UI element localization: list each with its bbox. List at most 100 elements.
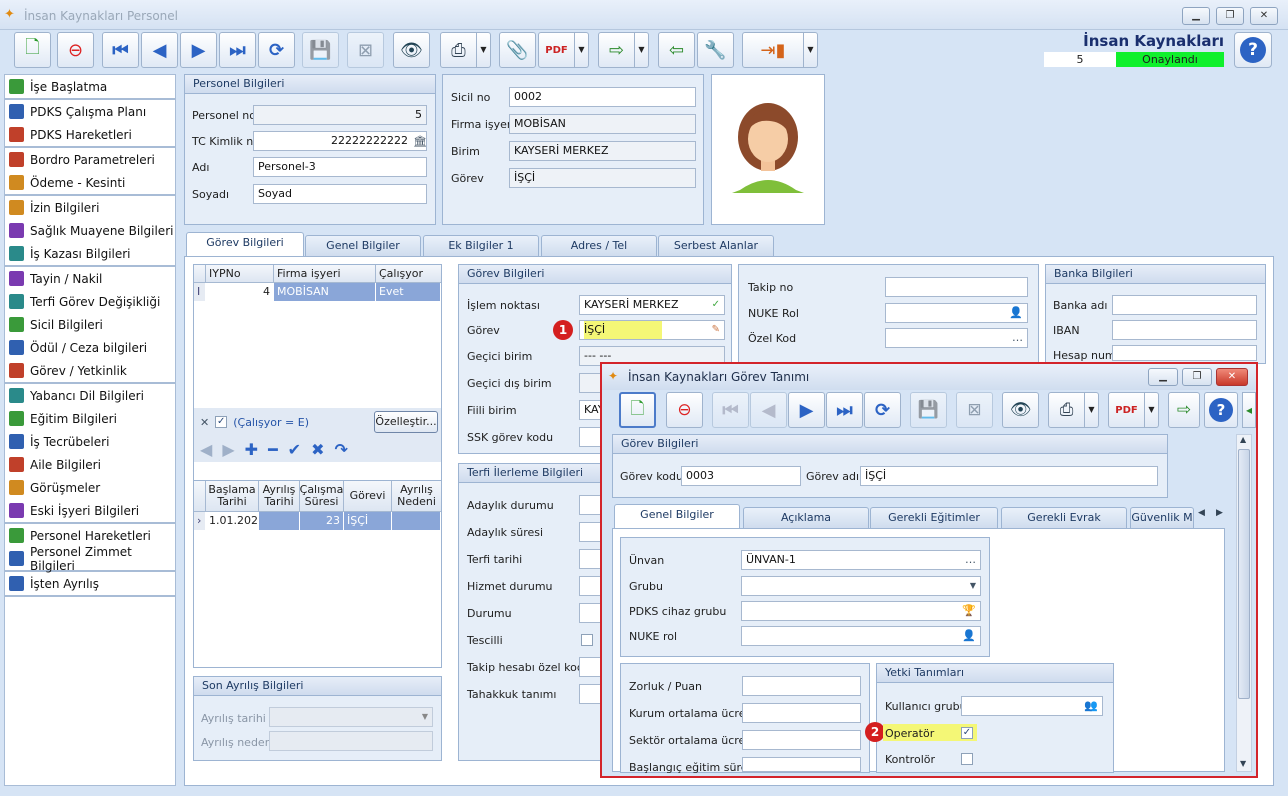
table-cell[interactable]: 23 (300, 512, 344, 530)
hesap-field[interactable] (1112, 345, 1257, 361)
kullanici-field[interactable]: 👥 (961, 696, 1103, 716)
table-row[interactable]: I 4 MOBİSAN Evet (194, 283, 441, 301)
dialog-last-button[interactable]: ⏭ (826, 392, 863, 428)
tab-1[interactable]: Görev Bilgileri (186, 232, 304, 256)
next-record-button[interactable]: ▶ (180, 32, 217, 68)
prev-record-button[interactable]: ◀ (141, 32, 178, 68)
cancel-icon[interactable]: ✖ (311, 440, 324, 459)
add-row-icon[interactable]: ✚ (245, 440, 258, 459)
dialog-refresh-button[interactable]: ⟳ (864, 392, 901, 428)
nav-item[interactable]: Eğitim Bilgileri (5, 407, 175, 430)
adi-field[interactable]: Personel-3 (253, 157, 427, 177)
column-header[interactable]: Başlama Tarihi (206, 481, 259, 511)
dialog-tab-4[interactable]: Gerekli Evrak (1001, 507, 1127, 529)
tab-3[interactable]: Ek Bilgiler 1 (423, 235, 539, 257)
nav-item[interactable]: PDKS Hareketleri (5, 123, 175, 146)
nav-prev-icon[interactable]: ◀ (200, 440, 212, 459)
pdf-dropdown[interactable]: ▼ (575, 32, 589, 68)
gorev-kodu-field[interactable]: 0003 (681, 466, 801, 486)
nav-item[interactable]: Personel Zimmet Bilgileri (5, 545, 175, 573)
nav-item[interactable]: Tayin / Nakil (5, 267, 175, 290)
save-button[interactable]: 💾 (302, 32, 339, 68)
dialog-delete-button[interactable]: ⊖ (666, 392, 703, 428)
personel-no-field[interactable]: 5 (253, 105, 427, 125)
table-cell[interactable]: İŞÇİ (344, 512, 392, 530)
nav-item[interactable]: Eski İşyeri Bilgileri (5, 499, 175, 522)
nav-item[interactable]: İşe Başlatma (5, 75, 175, 98)
close-button[interactable]: ✕ (1250, 7, 1278, 25)
table-row[interactable]: › 1.01.2025 23 İŞÇİ (194, 512, 441, 530)
print-dropdown[interactable]: ▼ (477, 32, 491, 68)
dialog-pdf-dropdown[interactable]: ▼ (1145, 392, 1159, 428)
dialog-tab-3[interactable]: Gerekli Eğitimler (870, 507, 998, 529)
nuke-rol-field[interactable]: 👤 (741, 626, 981, 646)
dialog-tab-2[interactable]: Açıklama (743, 507, 869, 529)
gorev-adi-field[interactable]: İŞÇİ (860, 466, 1158, 486)
gorev-field[interactable]: İŞÇİ ✎ (579, 320, 725, 340)
refresh-button[interactable]: ⟳ (258, 32, 295, 68)
table-cell[interactable]: 1.01.2025 (206, 512, 259, 530)
new-record-button[interactable]: 🗋 (14, 32, 51, 68)
tab-5[interactable]: Serbest Alanlar (658, 235, 774, 257)
nav-item[interactable]: İş Tecrübeleri (5, 430, 175, 453)
tescilli-checkbox[interactable] (581, 634, 593, 646)
baslangic-field[interactable] (742, 757, 861, 772)
unvan-field[interactable]: ÜNVAN-1… (741, 550, 981, 570)
kontrolor-checkbox[interactable] (961, 753, 973, 765)
confirm-icon[interactable]: ✔ (288, 440, 301, 459)
dialog-tab-5[interactable]: Güvenlik M (1130, 507, 1194, 529)
kurum-field[interactable] (742, 703, 861, 723)
tab-scroll-right-icon[interactable]: ▶ (1216, 508, 1223, 518)
dialog-minimize-button[interactable]: ▁ (1148, 368, 1178, 386)
filter-checkbox[interactable]: ✓ (215, 416, 228, 428)
tab-scroll-left-icon[interactable]: ◀ (1198, 508, 1205, 518)
operator-checkbox[interactable]: ✓ (961, 727, 973, 739)
nav-item[interactable]: Bordro Parametreleri (5, 148, 175, 171)
dialog-next-button[interactable]: ▶ (788, 392, 825, 428)
dialog-prev-button[interactable]: ◀ (750, 392, 787, 428)
dialog-close-button[interactable]: ✕ (1216, 368, 1248, 386)
firma-field[interactable]: MOBİSAN (509, 114, 696, 134)
sicil-field[interactable]: 0002 (509, 87, 696, 107)
last-record-button[interactable]: ⏭ (219, 32, 256, 68)
dialog-scrollbar[interactable]: ▲ ▼ (1236, 434, 1252, 772)
nav-item[interactable]: Sağlık Muayene Bilgileri (5, 219, 175, 242)
tc-field[interactable]: 22222222222 (253, 131, 427, 151)
cancel-save-button[interactable]: ⊠ (347, 32, 384, 68)
exit-button[interactable]: ⇥▮ (742, 32, 804, 68)
iban-field[interactable] (1112, 320, 1257, 340)
column-header[interactable]: Çalışma Süresi (300, 481, 344, 511)
banka-adi-field[interactable] (1112, 295, 1257, 315)
dialog-export-button[interactable]: ⇨ (1168, 392, 1200, 428)
table-cell[interactable] (392, 512, 441, 530)
nav-item[interactable]: PDKS Çalışma Planı (5, 100, 175, 123)
islem-field[interactable]: KAYSERİ MERKEZ ✓ (579, 295, 725, 315)
takip-field[interactable] (885, 277, 1028, 297)
column-header[interactable]: Ayrılış Tarihi (259, 481, 300, 511)
maximize-button[interactable]: ❐ (1216, 7, 1244, 25)
preview-button[interactable]: 👁 (393, 32, 430, 68)
column-header[interactable]: IYPNo (206, 265, 274, 282)
export-button[interactable]: ⇨ (598, 32, 635, 68)
dialog-toolbar-overflow[interactable]: ◂ (1242, 392, 1256, 428)
sektor-field[interactable] (742, 730, 861, 750)
nav-item[interactable]: Yabancı Dil Bilgileri (5, 384, 175, 407)
tab-4[interactable]: Adres / Tel (541, 235, 657, 257)
ayrilis-tarih-field[interactable]: ▼ (269, 707, 433, 727)
dialog-cancel-button[interactable]: ⊠ (956, 392, 993, 428)
table-cell[interactable]: MOBİSAN (274, 283, 376, 301)
minimize-button[interactable]: ▁ (1182, 7, 1210, 25)
pdks-field[interactable]: 🏆 (741, 601, 981, 621)
ayrilis-neden-field[interactable] (269, 731, 433, 751)
table-cell[interactable]: Evet (376, 283, 441, 301)
dialog-maximize-button[interactable]: ❐ (1182, 368, 1212, 386)
nav-item[interactable]: İşten Ayrılış (5, 572, 175, 595)
nav-item[interactable]: Görüşmeler (5, 476, 175, 499)
nav-item[interactable]: İzin Bilgileri (5, 196, 175, 219)
attach-button[interactable]: 📎 (499, 32, 536, 68)
nuke-field[interactable]: 👤 (885, 303, 1028, 323)
pdf-export-button[interactable]: PDF (538, 32, 575, 68)
nav-item[interactable]: Terfi Görev Değişikliği (5, 290, 175, 313)
zorluk-field[interactable] (742, 676, 861, 696)
scrollbar-thumb[interactable] (1238, 449, 1250, 699)
